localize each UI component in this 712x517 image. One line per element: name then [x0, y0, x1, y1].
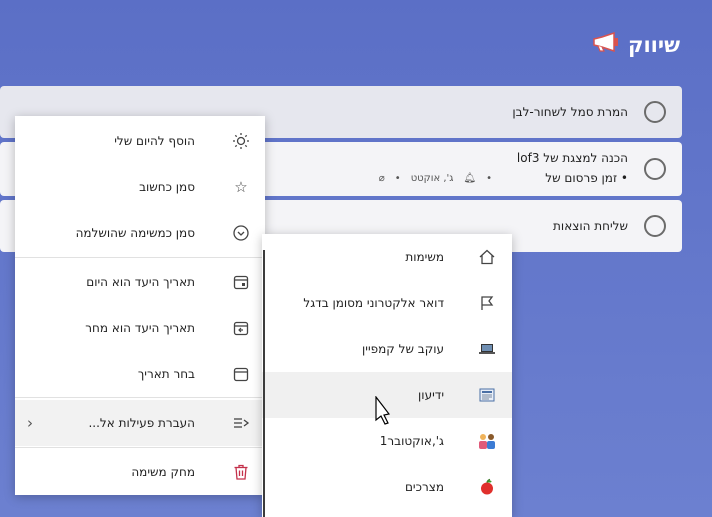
complete-checkbox[interactable]	[644, 158, 666, 180]
laptop-icon	[476, 338, 498, 360]
calendar-icon	[231, 364, 251, 384]
task-subtitle: • זמן פרסום של	[545, 171, 628, 185]
menu-item-label: סמן כחשוב	[139, 180, 195, 194]
submenu-item-groceries[interactable]: מצרכים	[262, 464, 512, 510]
attachment-icon: ⌀	[378, 173, 385, 184]
menu-item-mark-complete[interactable]: סמן כמשימה שהושלמה	[15, 210, 265, 256]
newspaper-icon	[476, 384, 498, 406]
submenu-item-label: ג',אוקטובר1	[379, 434, 444, 448]
bell-icon: 🔔︎	[463, 173, 477, 184]
menu-item-add-to-my-day[interactable]: הוסף להיום שלי	[15, 118, 265, 164]
move-list-icon	[231, 413, 251, 433]
meta-separator: •	[486, 173, 492, 184]
menu-item-due-today[interactable]: תאריך היעד הוא היום	[15, 259, 265, 305]
star-icon: ☆	[234, 178, 248, 196]
sun-icon	[231, 131, 251, 151]
menu-item-label: העברת פעילות אל...	[88, 416, 195, 430]
task-title: שליחת הוצאות	[553, 219, 628, 233]
complete-checkbox[interactable]	[644, 215, 666, 237]
menu-item-label: מחק משימה	[131, 465, 195, 479]
mouse-cursor-icon	[368, 395, 391, 432]
list-title[interactable]: שיווק	[592, 31, 680, 57]
submenu-item-label: ידיעון	[418, 388, 444, 402]
meta-separator: •	[394, 173, 401, 184]
menu-divider	[15, 257, 265, 258]
menu-item-mark-important[interactable]: ☆ סמן כחשוב	[15, 164, 265, 210]
submenu-item-label: מצרכים	[404, 480, 444, 494]
flag-icon	[476, 292, 498, 314]
menu-item-label: תאריך היעד הוא מחר	[85, 321, 195, 335]
people-icon	[476, 430, 498, 452]
submenu-item-flagged-email[interactable]: דואר אלקטרוני מסומן בדגל	[262, 280, 512, 326]
task-title: המרת סמל לשחור-לבן	[512, 105, 628, 119]
menu-item-label: בחר תאריך	[137, 367, 195, 381]
menu-item-delete-task[interactable]: מחק משימה	[15, 449, 265, 495]
calendar-tomorrow-icon	[231, 318, 251, 338]
megaphone-icon	[592, 31, 620, 57]
list-title-text: שיווק	[628, 32, 680, 57]
chevron-left-icon: ‹	[27, 414, 33, 432]
task-meta: • 🔔︎ ג', אוקטט • ⌀	[379, 173, 492, 184]
complete-checkbox[interactable]	[644, 101, 666, 123]
menu-item-label: סמן כמשימה שהושלמה	[75, 226, 195, 240]
menu-item-label: תאריך היעד הוא היום	[86, 275, 195, 289]
submenu-item-campaign-tracker[interactable]: עוקב של קמפיין	[262, 326, 512, 372]
submenu-border	[263, 250, 265, 517]
check-circle-icon	[231, 223, 251, 243]
menu-item-move-task[interactable]: העברת פעילות אל... ‹	[15, 400, 265, 446]
task-title: הכנה למצגת של lof3	[516, 151, 628, 165]
apple-icon	[476, 476, 498, 498]
trash-icon	[231, 462, 251, 482]
menu-item-due-tomorrow[interactable]: תאריך היעד הוא מחר	[15, 305, 265, 351]
home-icon	[476, 246, 498, 268]
task-due-date: ג', אוקטט	[410, 173, 454, 184]
menu-item-label: הוסף להיום שלי	[114, 134, 195, 148]
task-context-menu: הוסף להיום שלי ☆ סמן כחשוב סמן כמשימה שה…	[15, 116, 265, 495]
menu-divider	[15, 397, 265, 398]
submenu-item-label: דואר אלקטרוני מסומן בדגל	[303, 296, 444, 310]
menu-divider	[15, 447, 265, 448]
list-header: שיווק	[0, 0, 712, 84]
submenu-item-label: משימות	[405, 250, 444, 264]
submenu-item-label: עוקב של קמפיין	[362, 342, 444, 356]
menu-item-pick-date[interactable]: בחר תאריך	[15, 351, 265, 397]
move-to-list-submenu: משימות דואר אלקטרוני מסומן בדגל עוקב של …	[262, 234, 512, 517]
submenu-item-tasks[interactable]: משימות	[262, 234, 512, 280]
calendar-today-icon	[231, 272, 251, 292]
